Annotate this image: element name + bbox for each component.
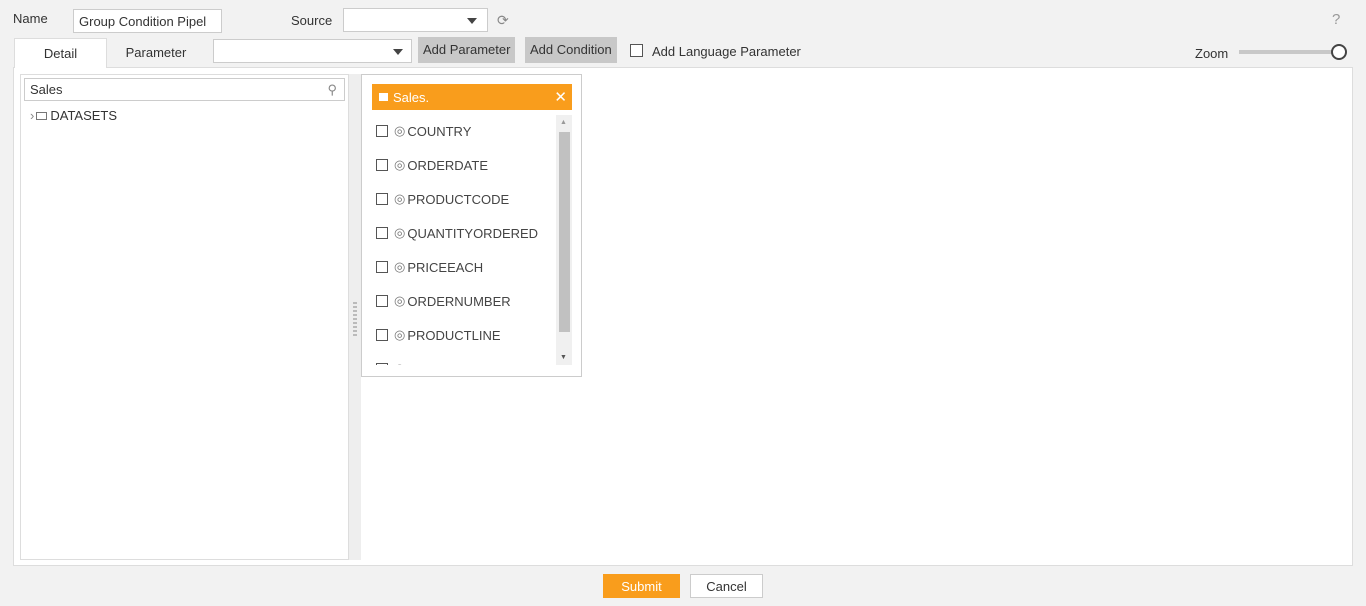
splitter-handle[interactable] xyxy=(349,74,361,560)
column-list: ◎ COUNTRY ◎ ORDERDATE ◎ PRODUCTCODE ◎ QUANTITYO… xyxy=(362,115,555,365)
tree-item-label: DATASETS xyxy=(50,108,118,123)
add-language-checkbox[interactable] xyxy=(630,44,643,57)
table-icon xyxy=(379,93,388,101)
dataset-tree-panel: Sales ⚲ › DATASETS xyxy=(20,74,349,560)
add-condition-button[interactable]: Add Condition xyxy=(525,37,617,63)
column-checkbox[interactable] xyxy=(376,329,388,341)
folder-icon xyxy=(36,111,48,120)
refresh-icon[interactable]: ⟳ xyxy=(497,12,509,29)
name-label: Name xyxy=(13,11,48,26)
column-label: QUANTITYORDERED xyxy=(407,225,539,241)
column-checkbox[interactable] xyxy=(376,363,388,365)
add-parameter-button[interactable]: Add Parameter xyxy=(418,37,516,63)
cancel-button[interactable]: Cancel xyxy=(690,574,763,598)
column-label: PRODUCTCODE xyxy=(407,191,510,207)
tab-label: Detail xyxy=(43,46,78,61)
close-icon[interactable]: ✕ xyxy=(554,88,567,106)
table-card[interactable]: Sales. ✕ ◎ COUNTRY ◎ ORDERDATE ◎ PRODUCTCODE ◎… xyxy=(361,74,582,377)
column-label: COUNTRY xyxy=(407,123,472,139)
column-checkbox[interactable] xyxy=(376,227,388,239)
chevron-down-icon xyxy=(467,18,477,24)
column-item[interactable]: ◎ ORDERDATE xyxy=(376,155,488,175)
name-input[interactable] xyxy=(73,9,222,33)
tab-detail[interactable]: Detail xyxy=(14,38,107,68)
eye-icon[interactable]: ◎ xyxy=(394,327,405,343)
eye-icon[interactable]: ◎ xyxy=(394,191,405,207)
source-select[interactable] xyxy=(343,8,488,32)
source-label: Source xyxy=(291,13,333,28)
scroll-up-icon[interactable]: ▲ xyxy=(560,119,567,126)
column-label: ORDERNUMBER xyxy=(407,293,511,309)
dataset-search-input[interactable]: Sales ⚲ xyxy=(24,78,345,101)
eye-icon[interactable]: ◎ xyxy=(394,123,405,139)
eye-icon[interactable]: ◎ xyxy=(394,293,405,309)
scrollbar[interactable]: ▲ ▼ xyxy=(556,115,572,365)
grip-icon xyxy=(353,302,357,336)
tab-parameter[interactable]: Parameter xyxy=(107,38,205,68)
column-item[interactable]: ◎ PRICEEACH xyxy=(376,257,483,277)
table-card-header[interactable]: Sales. ✕ xyxy=(372,84,572,110)
column-item[interactable]: ◎ PRODUCTLINE xyxy=(376,325,501,345)
zoom-slider-thumb[interactable] xyxy=(1331,44,1347,60)
zoom-slider-track[interactable] xyxy=(1239,50,1343,54)
eye-icon[interactable]: ◎ xyxy=(394,157,405,173)
column-checkbox[interactable] xyxy=(376,295,388,307)
submit-button[interactable]: Submit xyxy=(603,574,680,598)
column-label: PRICEEACH xyxy=(407,259,484,275)
column-item[interactable]: ◎PRODUCTNAME xyxy=(376,359,509,365)
eye-icon[interactable]: ◎ xyxy=(394,259,405,275)
zoom-label: Zoom xyxy=(1195,46,1229,61)
eye-icon[interactable]: ◎ xyxy=(394,361,405,365)
help-icon[interactable]: ? xyxy=(1332,11,1340,28)
tree-item-datasets[interactable]: › DATASETS xyxy=(30,108,117,123)
chevron-right-icon: › xyxy=(30,108,35,123)
column-checkbox[interactable] xyxy=(376,261,388,273)
search-icon[interactable]: ⚲ xyxy=(327,79,337,101)
detail-panel: Sales ⚲ › DATASETS Sales. ✕ ◎ COUNTRY ◎ ORD… xyxy=(13,67,1353,566)
table-card-title: Sales. xyxy=(393,89,430,105)
tab-label: Parameter xyxy=(125,45,187,60)
column-label: PRODUCTNAME xyxy=(407,362,509,366)
scrollbar-thumb[interactable] xyxy=(559,132,570,332)
column-checkbox[interactable] xyxy=(376,193,388,205)
column-item[interactable]: ◎ QUANTITYORDERED xyxy=(376,223,538,243)
column-item[interactable]: ◎ ORDERNUMBER xyxy=(376,291,511,311)
column-item[interactable]: ◎ PRODUCTCODE xyxy=(376,189,509,209)
column-label: PRODUCTLINE xyxy=(407,327,501,343)
chevron-down-icon xyxy=(393,49,403,55)
column-checkbox[interactable] xyxy=(376,159,388,171)
column-item[interactable]: ◎ COUNTRY xyxy=(376,121,471,141)
parameter-select[interactable] xyxy=(213,39,412,63)
add-language-label: Add Language Parameter xyxy=(652,44,801,59)
scroll-down-icon[interactable]: ▼ xyxy=(560,354,567,361)
column-checkbox[interactable] xyxy=(376,125,388,137)
eye-icon[interactable]: ◎ xyxy=(394,225,405,241)
search-value: Sales xyxy=(30,82,63,97)
column-label: ORDERDATE xyxy=(407,157,488,173)
